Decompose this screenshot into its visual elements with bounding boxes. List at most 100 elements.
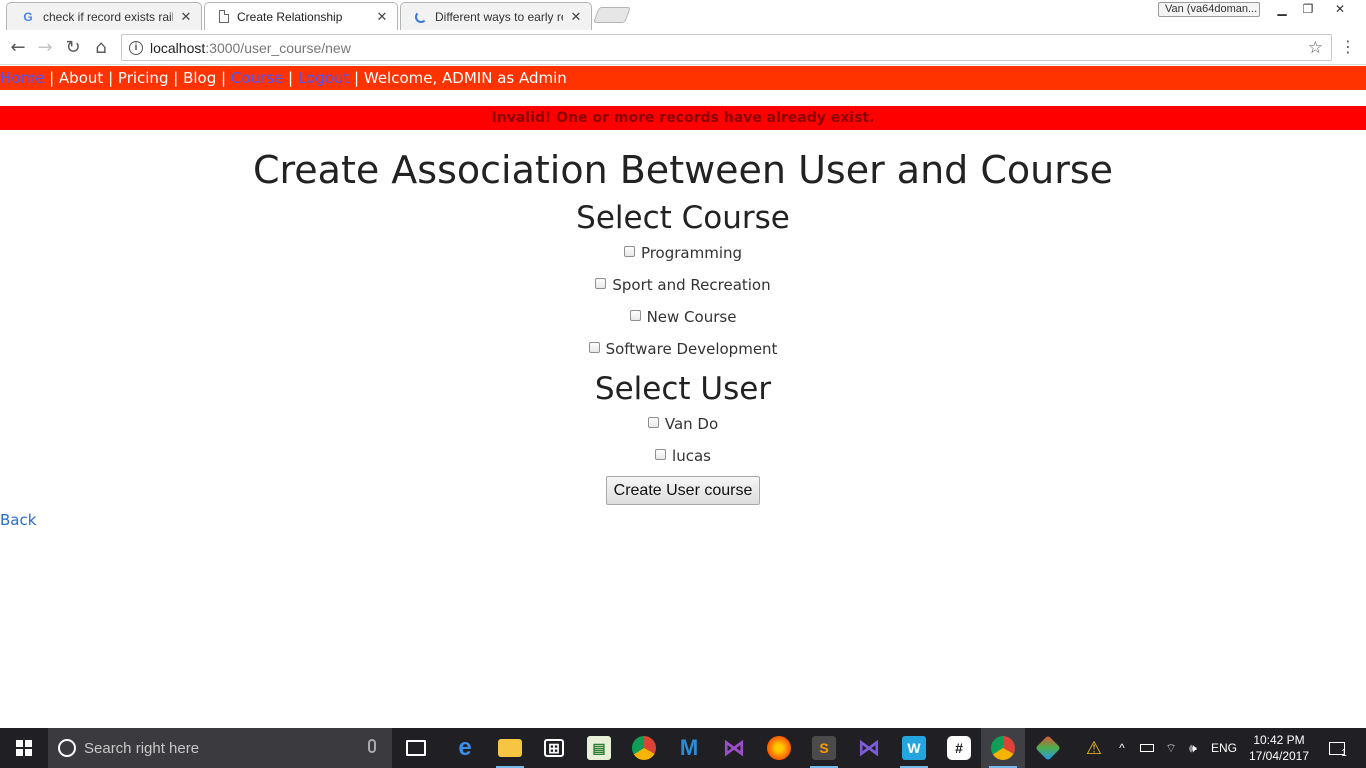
course-option-sport-and-recreation: Sport and Recreation [0,274,1366,296]
select-course-heading: Select Course [576,200,790,236]
course-label[interactable]: New Course [647,308,737,326]
search-placeholder: Search right here [84,739,200,757]
loading-icon [415,10,427,23]
course-checkbox[interactable] [588,342,600,353]
google-icon: G [23,9,33,24]
warning-update-icon[interactable]: ⚠ [1078,728,1110,768]
course-option-programming: Programming [0,242,1366,264]
system-clock[interactable]: 10:42 PM 17/04/2017 [1243,732,1315,764]
course-checkbox[interactable] [629,310,641,321]
tab-title: Different ways to early re [435,9,563,24]
malwarebytes-icon[interactable]: M [667,728,711,768]
start-button[interactable] [0,728,48,768]
nav-separator: | [221,69,227,87]
windows-logo-icon [16,740,32,756]
nav-separator: | [354,69,360,87]
browser-tab-search[interactable]: G check if record exists rails ✕ [6,2,202,30]
firefox-icon[interactable] [757,728,801,768]
clock-time: 10:42 PM [1253,733,1305,747]
slack-icon[interactable]: # [937,728,981,768]
close-icon[interactable]: ✕ [375,9,389,25]
nav-link-about[interactable]: About [59,69,103,87]
taskbar-search-box[interactable]: Search right here [48,728,392,768]
page-title: Create Association Between User and Cour… [252,148,1114,192]
home-icon[interactable]: ⌂ [89,35,113,59]
language-indicator[interactable]: ENG [1207,728,1241,768]
volume-icon[interactable]: 🕪 [1182,728,1204,768]
chevron-up-icon[interactable]: ^ [1112,728,1132,768]
welcome-message: Welcome, ADMIN as Admin [363,69,567,87]
nav-link-course[interactable]: Course [231,69,283,87]
nav-link-home[interactable]: Home [0,69,44,87]
address-bar[interactable]: i localhost:3000/user_course/new ☆ [121,34,1332,61]
top-navigation: Home | About | Pricing | Blog | Course |… [0,66,1366,90]
back-arrow-icon[interactable]: ← [6,35,30,59]
url-host: localhost [150,39,206,56]
tab-title: check if record exists rails [43,9,173,24]
restore-icon[interactable]: ❐ [1294,0,1322,18]
user-label[interactable]: lucas [672,447,711,465]
edge-icon[interactable]: e [443,728,487,768]
git-icon[interactable] [1026,728,1070,768]
store-icon[interactable]: ⊞ [532,728,576,768]
nav-link-blog[interactable]: Blog [183,69,216,87]
close-icon[interactable]: ✕ [569,9,583,25]
chrome-active-icon[interactable] [981,728,1025,768]
sublime-text-icon[interactable]: S [802,728,846,768]
minimize-icon[interactable]: ▁ [1268,0,1296,18]
file-explorer-icon[interactable] [488,728,532,768]
user-option-lucas: lucas [0,445,1366,467]
tab-title: Create Relationship [237,9,343,24]
microphone-icon[interactable] [368,739,376,753]
nav-separator: | [49,69,55,87]
course-checkbox[interactable] [595,278,607,289]
cortana-icon [58,739,76,757]
browser-tab-strip: G check if record exists rails ✕ Create … [0,0,1366,30]
nav-separator: | [173,69,179,87]
select-user-heading: Select User [594,371,772,407]
forward-arrow-icon[interactable]: → [33,35,57,59]
visual-studio-icon[interactable]: ⋈ [712,728,756,768]
nav-separator: | [108,69,114,87]
chrome-icon[interactable] [622,728,666,768]
course-option-software-development: Software Development [0,338,1366,360]
course-label[interactable]: Software Development [606,340,778,358]
browser-tab-create-relationship[interactable]: Create Relationship ✕ [204,2,398,30]
clock-date: 17/04/2017 [1248,749,1310,763]
nav-link-pricing[interactable]: Pricing [118,69,169,87]
back-link[interactable]: Back [0,510,36,530]
bookmark-star-icon[interactable]: ☆ [1308,38,1323,58]
browser-menu-icon[interactable]: ⋮ [1340,37,1356,57]
user-checkbox[interactable] [647,417,659,428]
profile-badge[interactable]: Van (va64doman... [1158,2,1260,17]
page-content: Home | About | Pricing | Blog | Course |… [0,66,1366,728]
course-label[interactable]: Programming [641,244,742,262]
nav-link-logout[interactable]: Logout [298,69,349,87]
webstorm-icon[interactable]: W [892,728,936,768]
course-label[interactable]: Sport and Recreation [612,276,770,294]
error-alert: Invalid! One or more records have alread… [0,106,1366,130]
new-tab-button[interactable] [593,7,631,23]
close-icon[interactable]: ✕ [179,9,193,25]
url-path: :3000/user_course/new [205,39,351,56]
page-icon [219,10,229,23]
browser-toolbar: ← → ↻ ⌂ i localhost:3000/user_course/new… [0,30,1366,65]
reload-icon[interactable]: ↻ [61,35,85,59]
battery-icon[interactable] [1136,728,1158,768]
browser-tab-different-ways[interactable]: Different ways to early re ✕ [400,2,592,30]
user-checkbox[interactable] [655,449,667,460]
course-option-new-course: New Course [0,306,1366,328]
nav-separator: | [288,69,294,87]
create-user-course-button[interactable]: Create User course [606,476,760,505]
course-checkbox[interactable] [623,246,635,257]
info-icon[interactable]: i [129,40,143,55]
visual-studio-2-icon[interactable]: ⋈ [847,728,891,768]
close-window-icon[interactable]: ✕ [1326,0,1354,18]
spreadsheet-app-icon[interactable]: ▤ [577,728,621,768]
user-option-van-do: Van Do [0,413,1366,435]
windows-taskbar: Search right here e ⊞ ▤ M ⋈ S ⋈ W # ⚠ ^ … [0,728,1366,768]
wifi-icon[interactable]: ⌔ [1160,728,1182,768]
task-view-icon[interactable] [394,728,438,768]
action-center-icon[interactable]: 1 [1318,728,1358,768]
user-label[interactable]: Van Do [665,415,718,433]
